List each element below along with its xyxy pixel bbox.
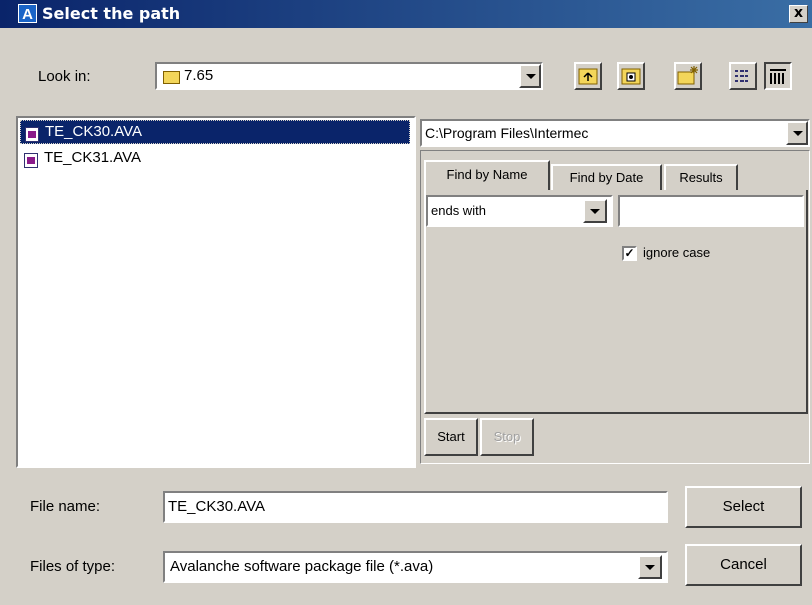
close-icon: x: [793, 5, 804, 21]
title-bar[interactable]: A Select the path x: [0, 0, 812, 28]
file-name-label: TE_CK31.AVA: [44, 149, 141, 166]
match-mode-combo[interactable]: ends with: [426, 195, 613, 227]
file-type-label: Files of type:: [30, 558, 116, 575]
checkmark-icon: ✓: [624, 246, 635, 260]
home-folder-icon: [621, 68, 641, 85]
chevron-down-icon: [793, 131, 803, 136]
ignore-case-checkbox[interactable]: ✓: [622, 246, 637, 261]
file-type-dropdown-button[interactable]: [638, 555, 662, 579]
stop-button[interactable]: Stop: [480, 418, 534, 456]
home-folder-button[interactable]: [617, 62, 645, 90]
search-path-combo[interactable]: C:\Program Files\Intermec: [420, 119, 810, 147]
up-folder-button[interactable]: [574, 62, 602, 90]
tab-find-by-date[interactable]: Find by Date: [551, 164, 662, 190]
match-mode-value: ends with: [431, 203, 486, 218]
file-name-value: TE_CK30.AVA: [168, 498, 265, 515]
chevron-down-icon: [645, 565, 655, 570]
new-folder-icon: [677, 66, 698, 85]
search-path-value: C:\Program Files\Intermec: [425, 125, 589, 141]
look-in-label: Look in:: [38, 68, 91, 85]
tab-results[interactable]: Results: [664, 164, 738, 190]
details-view-icon: [770, 69, 786, 84]
file-name-label: TE_CK30.AVA: [45, 123, 142, 140]
match-text-input[interactable]: [618, 195, 804, 227]
folder-icon: [163, 68, 180, 85]
list-item[interactable]: TE_CK31.AVA: [20, 147, 410, 171]
window-title: Select the path: [42, 4, 181, 23]
app-icon: A: [18, 4, 37, 23]
look-in-dropdown-button[interactable]: [519, 64, 541, 88]
select-button[interactable]: Select: [685, 486, 802, 528]
tab-find-by-name[interactable]: Find by Name: [424, 160, 550, 190]
file-icon: [25, 125, 39, 142]
new-folder-button[interactable]: [674, 62, 702, 90]
file-name-input[interactable]: TE_CK30.AVA: [163, 491, 668, 523]
list-view-icon: [735, 70, 748, 82]
file-type-value: Avalanche software package file (*.ava): [170, 558, 434, 575]
start-button[interactable]: Start: [424, 418, 478, 456]
search-path-dropdown-button[interactable]: [786, 121, 808, 145]
file-list[interactable]: TE_CK30.AVA TE_CK31.AVA: [16, 116, 416, 468]
file-icon: [24, 151, 38, 168]
list-item[interactable]: TE_CK30.AVA: [20, 120, 410, 144]
match-mode-dropdown-button[interactable]: [583, 199, 607, 223]
look-in-value: 7.65: [184, 67, 214, 84]
list-view-button[interactable]: [729, 62, 757, 90]
look-in-combo[interactable]: 7.65: [155, 62, 543, 90]
up-folder-icon: [578, 68, 598, 85]
cancel-button[interactable]: Cancel: [685, 544, 802, 586]
ignore-case-label: ignore case: [643, 245, 711, 260]
file-type-combo[interactable]: Avalanche software package file (*.ava): [163, 551, 668, 583]
close-button[interactable]: x: [789, 5, 808, 23]
chevron-down-icon: [526, 74, 536, 79]
file-name-label: File name:: [30, 498, 101, 515]
chevron-down-icon: [590, 209, 600, 214]
details-view-button[interactable]: [764, 62, 792, 90]
